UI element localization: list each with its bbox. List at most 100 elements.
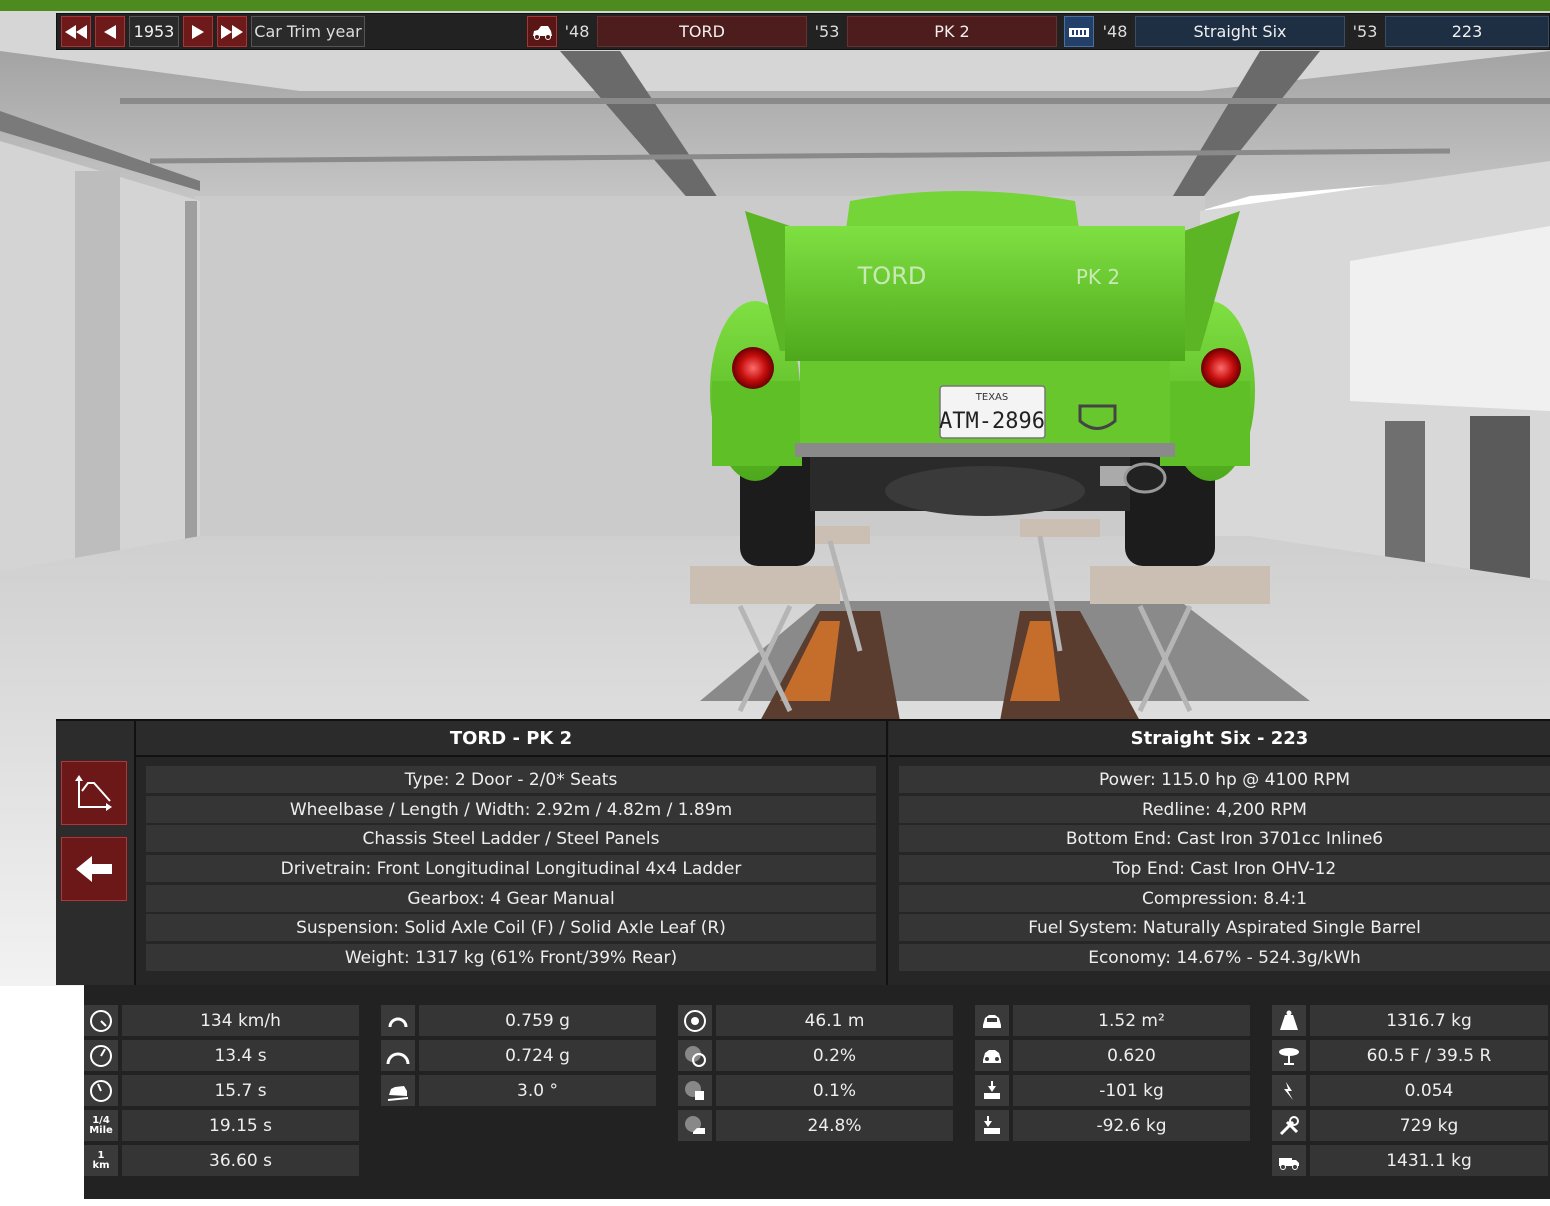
window-top-bar xyxy=(0,0,1550,11)
stat-power-to-weight: 0.054 xyxy=(1272,1075,1548,1106)
stat-frontal-area: 1.52 m² xyxy=(975,1005,1250,1036)
engine-info-row: Fuel System: Naturally Aspirated Single … xyxy=(899,914,1550,941)
car-make-badge: TORD xyxy=(857,262,927,290)
front-downforce-icon xyxy=(975,1075,1009,1106)
fast-forward-button[interactable] xyxy=(217,16,247,47)
stat-payload: 1431.1 kg xyxy=(1272,1145,1548,1176)
engine-icon xyxy=(1069,27,1089,37)
back-button[interactable] xyxy=(95,16,125,47)
engine-info-row: Economy: 14.67% - 524.3g/kWh xyxy=(899,944,1550,971)
top-toolbar: 1953 Car Trim year '48 TORD '53 PK 2 '48… xyxy=(56,13,1550,50)
back-nav-button[interactable] xyxy=(61,837,127,901)
stat-body-roll: 3.0 ° xyxy=(381,1075,656,1106)
quarter-mile-icon: 1/4 Mile xyxy=(84,1110,118,1141)
car-info-row: Wheelbase / Length / Width: 2.92m / 4.82… xyxy=(146,796,876,823)
one-km-label-bottom: km xyxy=(92,1159,110,1171)
quarter-mile-label-bottom: Mile xyxy=(89,1124,113,1136)
stat-value: 0.724 g xyxy=(419,1040,656,1071)
rear-downforce-icon xyxy=(975,1110,1009,1141)
car-panel: TORD - PK 2 Type: 2 Door - 2/0* Seats Wh… xyxy=(136,721,888,985)
stat-value: 36.60 s xyxy=(122,1145,359,1176)
car-info-row: Weight: 1317 kg (61% Front/39% Rear) xyxy=(146,944,876,971)
oversteer-icon xyxy=(678,1075,712,1106)
car-icon xyxy=(533,25,552,40)
stat-quarter-mile: 1/4 Mile 19.15 s xyxy=(84,1110,359,1141)
stat-value: 1431.1 kg xyxy=(1310,1145,1548,1176)
one-km-icon: 1 km xyxy=(84,1145,118,1176)
car-info-row: Chassis Steel Ladder / Steel Panels xyxy=(146,825,876,852)
engine-info-row: Top End: Cast Iron OHV-12 xyxy=(899,855,1550,882)
fast-back-icon xyxy=(65,24,87,39)
stat-0-100: 15.7 s xyxy=(84,1075,359,1106)
stat-drag-coefficient: 0.620 xyxy=(975,1040,1250,1071)
accel-0-100-icon xyxy=(84,1075,118,1106)
understeer-icon xyxy=(678,1040,712,1071)
stat-oversteer: 0.1% xyxy=(678,1075,953,1106)
fast-back-button[interactable] xyxy=(61,16,91,47)
car-make-selector[interactable]: TORD xyxy=(597,16,807,47)
car-year-end: '53 xyxy=(814,22,840,41)
back-arrow-icon xyxy=(76,856,112,882)
engine-info-row: Bottom End: Cast Iron 3701cc Inline6 xyxy=(899,825,1550,852)
engine-year-end: '53 xyxy=(1352,22,1378,41)
forward-icon xyxy=(192,24,204,39)
stat-front-downforce: -101 kg xyxy=(975,1075,1250,1106)
car-selector-button[interactable] xyxy=(527,16,557,47)
stat-braking-distance: 46.1 m xyxy=(678,1005,953,1036)
stat-value: 46.1 m xyxy=(716,1005,953,1036)
stat-value: 13.4 s xyxy=(122,1040,359,1071)
stat-weight-distribution: 60.5 F / 39.5 R xyxy=(1272,1040,1548,1071)
stat-value: 3.0 ° xyxy=(419,1075,656,1106)
stat-rear-downforce: -92.6 kg xyxy=(975,1110,1250,1141)
year-display[interactable]: 1953 xyxy=(129,16,179,47)
car-model-selector[interactable]: PK 2 xyxy=(847,16,1057,47)
engine-year-start: '48 xyxy=(1102,22,1128,41)
stat-value: 1316.7 kg xyxy=(1310,1005,1548,1036)
car-panel-title: TORD - PK 2 xyxy=(136,721,886,757)
stat-value: 0.759 g xyxy=(419,1005,656,1036)
back-icon xyxy=(104,24,116,39)
stats-grid: 134 km/h 13.4 s 15.7 s 1/4 Mile 19.15 s 1… xyxy=(84,985,1550,1199)
plate-number: ATM-2896 xyxy=(939,409,1045,434)
car-model-badge: PK 2 xyxy=(1076,265,1120,289)
stat-value: 60.5 F / 39.5 R xyxy=(1310,1040,1548,1071)
weight-icon xyxy=(1272,1005,1306,1036)
car-info-row: Gearbox: 4 Gear Manual xyxy=(146,885,876,912)
plate-state: TEXAS xyxy=(975,392,1008,403)
weight-distribution-icon xyxy=(1272,1040,1306,1071)
stat-towing: 729 kg xyxy=(1272,1110,1548,1141)
engine-family-selector[interactable]: Straight Six xyxy=(1135,16,1345,47)
braking-distance-icon xyxy=(678,1005,712,1036)
stat-value: -101 kg xyxy=(1013,1075,1250,1106)
lateral-g-icon xyxy=(381,1005,415,1036)
towing-icon xyxy=(1272,1110,1306,1141)
stat-one-km: 1 km 36.60 s xyxy=(84,1145,359,1176)
engine-info-row: Power: 115.0 hp @ 4100 RPM xyxy=(899,766,1550,793)
car-year-start: '48 xyxy=(564,22,590,41)
engine-selector-button[interactable] xyxy=(1064,16,1094,47)
engine-variant-selector[interactable]: 223 xyxy=(1385,16,1549,47)
stat-value: 0.2% xyxy=(716,1040,953,1071)
stat-value: 0.1% xyxy=(716,1075,953,1106)
top-speed-icon xyxy=(84,1005,118,1036)
engine-panel-title: Straight Six - 223 xyxy=(889,721,1550,757)
car-info-row: Suspension: Solid Axle Coil (F) / Solid … xyxy=(146,914,876,941)
stat-lateral-g-wide: 0.724 g xyxy=(381,1040,656,1071)
drag-coefficient-icon xyxy=(975,1040,1009,1071)
stat-value: 15.7 s xyxy=(122,1075,359,1106)
fast-forward-icon xyxy=(221,24,243,39)
stat-weight: 1316.7 kg xyxy=(1272,1005,1548,1036)
stat-value: 0.620 xyxy=(1013,1040,1250,1071)
graph-button[interactable] xyxy=(61,761,127,825)
stat-brake-fade: 24.8% xyxy=(678,1110,953,1141)
stat-value: 134 km/h xyxy=(122,1005,359,1036)
engine-panel: Straight Six - 223 Power: 115.0 hp @ 410… xyxy=(889,721,1550,985)
car-info-row: Drivetrain: Front Longitudinal Longitudi… xyxy=(146,855,876,882)
stat-lateral-g: 0.759 g xyxy=(381,1005,656,1036)
engine-info-row: Compression: 8.4:1 xyxy=(899,885,1550,912)
info-panel: TORD - PK 2 Type: 2 Door - 2/0* Seats Wh… xyxy=(56,719,1550,985)
power-to-weight-icon xyxy=(1272,1075,1306,1106)
stat-value: 0.054 xyxy=(1310,1075,1548,1106)
stat-value: 1.52 m² xyxy=(1013,1005,1250,1036)
forward-button[interactable] xyxy=(183,16,213,47)
